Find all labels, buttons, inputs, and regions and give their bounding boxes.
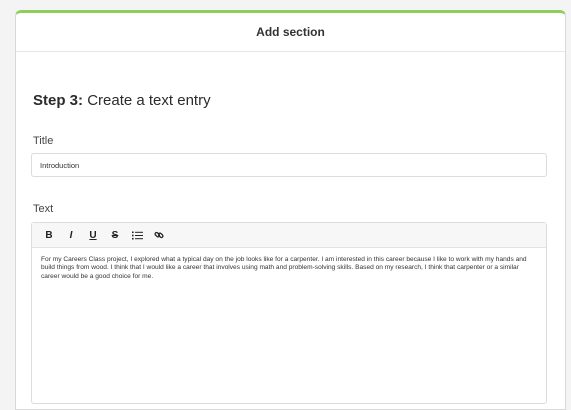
step-description: Create a text entry — [87, 92, 211, 109]
title-input[interactable] — [31, 153, 547, 177]
step-number: Step 3: — [33, 92, 84, 109]
editor-toolbar: B I U S — [32, 223, 546, 248]
modal-title: Add section — [16, 13, 565, 52]
title-label: Title — [33, 135, 54, 147]
link-icon — [154, 231, 164, 239]
text-editor: B I U S For my Careers Class project, I … — [31, 222, 547, 404]
bold-button[interactable]: B — [42, 225, 56, 245]
text-label: Text — [33, 203, 54, 215]
link-button[interactable] — [152, 225, 166, 245]
italic-button[interactable]: I — [64, 225, 78, 245]
strikethrough-button[interactable]: S — [108, 225, 122, 245]
editor-content[interactable]: For my Careers Class project, I explored… — [32, 248, 546, 289]
add-section-modal: Add section Step 3: Create a text entry … — [15, 10, 566, 410]
underline-button[interactable]: U — [86, 225, 100, 245]
bulleted-list-icon — [131, 231, 143, 239]
step-heading: Step 3: Create a text entry — [33, 92, 211, 109]
bulleted-list-button[interactable] — [130, 225, 144, 245]
